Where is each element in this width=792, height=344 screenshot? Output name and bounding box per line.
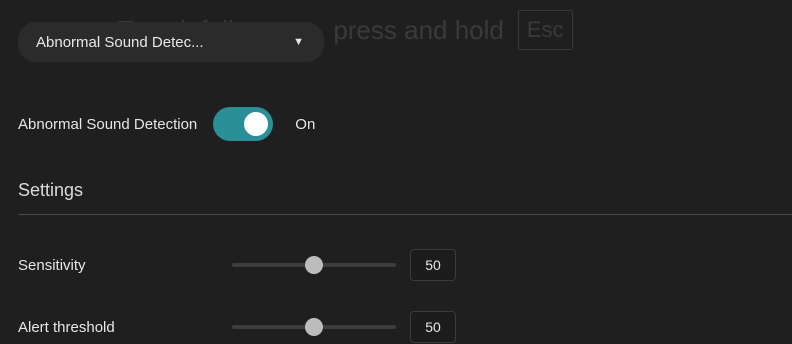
settings-heading: Settings [18,180,84,200]
alert-threshold-row: Alert threshold 50 [18,311,792,343]
detection-toggle-row: Abnormal Sound Detection On [18,106,315,142]
alert-threshold-label: Alert threshold [18,318,115,336]
sensitivity-value-field[interactable]: 50 [410,249,456,281]
toggle-knob [244,112,269,136]
alert-threshold-value-field[interactable]: 50 [410,311,456,343]
sensitivity-slider-track[interactable] [232,256,396,274]
esc-key-badge: Esc [517,10,573,50]
alert-threshold-slider-track[interactable] [232,318,396,336]
sensitivity-row: Sensitivity 50 [18,249,792,281]
alert-threshold-slider-thumb[interactable] [305,318,323,336]
caret-down-icon: ▼ [293,36,304,48]
sensitivity-label: Sensitivity [18,256,86,274]
detection-toggle-switch[interactable] [213,107,274,141]
detection-toggle-label: Abnormal Sound Detection [18,115,198,133]
toggle-state-label: On [295,115,316,133]
dropdown-selected-value: Abnormal Sound Detec... [36,33,204,51]
abnormal-sound-detection-panel: To exit full screen, press and hold Esc … [0,0,792,344]
detection-type-dropdown[interactable]: Abnormal Sound Detec... ▼ [18,22,324,62]
settings-divider [18,214,792,215]
sensitivity-slider-thumb[interactable] [305,256,323,274]
